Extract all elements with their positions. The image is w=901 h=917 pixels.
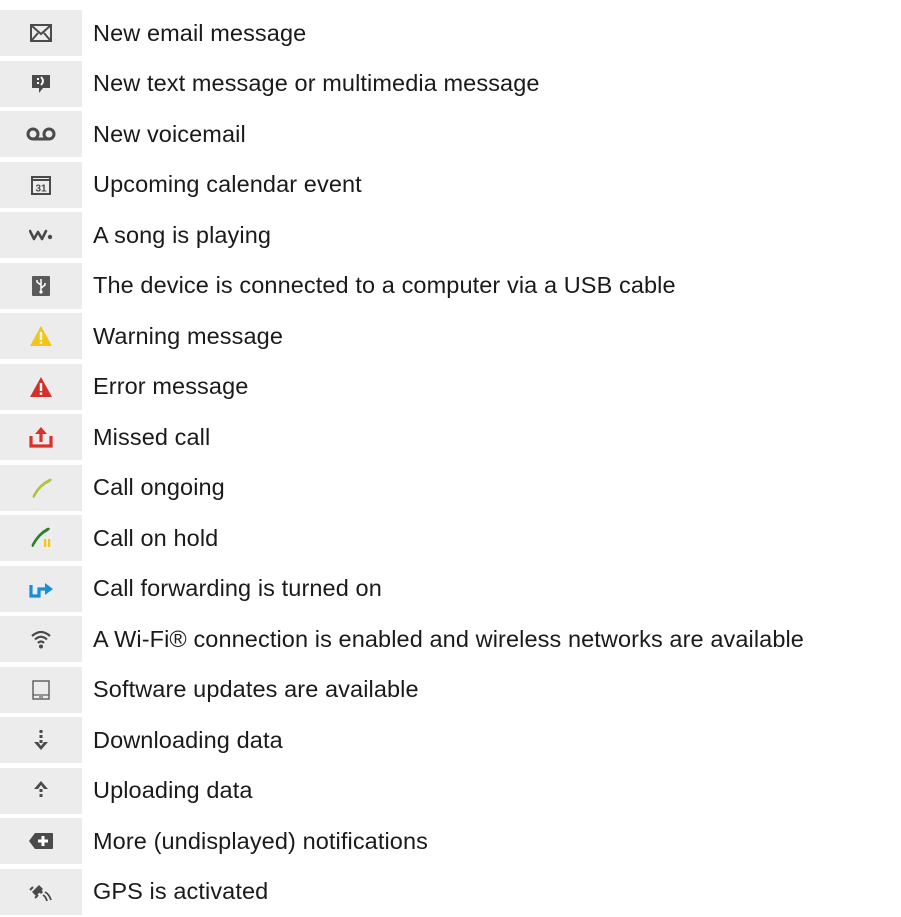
list-item: More (undisplayed) notifications: [0, 816, 901, 867]
icon-cell: [0, 313, 82, 360]
calendar-icon: 31: [31, 175, 51, 195]
svg-text:31: 31: [35, 183, 47, 194]
icon-cell: [0, 818, 82, 865]
list-item: A Wi-Fi® connection is enabled and wirel…: [0, 614, 901, 665]
call-ongoing-icon: [32, 478, 52, 498]
icon-cell: [0, 868, 82, 915]
icon-cell: [0, 363, 82, 410]
more-notifications-icon: [29, 833, 53, 850]
software-update-icon: [32, 680, 50, 700]
notification-icon-list: New email message New text message or mu…: [0, 8, 901, 917]
notification-description: Call on hold: [93, 524, 219, 551]
gps-icon: [29, 884, 52, 901]
list-item: Warning message: [0, 311, 901, 362]
icon-cell: [0, 616, 82, 663]
list-item: Missed call: [0, 412, 901, 463]
download-icon: [34, 730, 48, 751]
list-item: Downloading data: [0, 715, 901, 766]
notification-description: New text message or multimedia message: [93, 70, 540, 97]
icon-cell: [0, 111, 82, 158]
text-message-icon: [32, 74, 50, 93]
list-item: The device is connected to a computer vi…: [0, 261, 901, 312]
wifi-icon: [31, 631, 51, 649]
list-item: Call forwarding is turned on: [0, 564, 901, 615]
list-item: 31 Upcoming calendar event: [0, 160, 901, 211]
icon-cell: [0, 666, 82, 713]
notification-description: Upcoming calendar event: [93, 171, 362, 198]
notification-description: A Wi-Fi® connection is enabled and wirel…: [93, 625, 804, 652]
list-item: New voicemail: [0, 109, 901, 160]
upload-icon: [34, 780, 48, 797]
list-item: Error message: [0, 362, 901, 413]
missed-call-icon: [29, 427, 53, 448]
call-forwarding-icon: [29, 582, 53, 598]
list-item: A song is playing: [0, 210, 901, 261]
icon-cell: [0, 262, 82, 309]
call-hold-icon: [31, 527, 51, 548]
notification-description: A song is playing: [93, 221, 272, 248]
notification-description: New voicemail: [93, 120, 246, 147]
list-item: New email message: [0, 8, 901, 59]
notification-description: Downloading data: [93, 726, 283, 753]
icon-cell: [0, 212, 82, 259]
notification-description: Missed call: [93, 423, 211, 450]
icon-cell: [0, 717, 82, 764]
icon-cell: [0, 10, 82, 57]
icon-cell: [0, 464, 82, 511]
icon-cell: [0, 515, 82, 562]
email-icon: [30, 24, 52, 43]
notification-description: New email message: [93, 19, 307, 46]
icon-cell: [0, 414, 82, 461]
list-item: Software updates are available: [0, 665, 901, 716]
icon-cell: [0, 60, 82, 107]
icon-cell: [0, 767, 82, 814]
notification-description: Uploading data: [93, 777, 253, 804]
warning-icon: [30, 326, 52, 347]
notification-description: More (undisplayed) notifications: [93, 827, 428, 854]
icon-cell: 31: [0, 161, 82, 208]
notification-description: Call forwarding is turned on: [93, 575, 382, 602]
list-item: New text message or multimedia message: [0, 59, 901, 110]
walkman-icon: [29, 229, 53, 241]
voicemail-icon: [26, 127, 56, 141]
notification-description: GPS is activated: [93, 878, 269, 905]
notification-description: Warning message: [93, 322, 284, 349]
icon-cell: [0, 565, 82, 612]
notification-description: The device is connected to a computer vi…: [93, 272, 676, 299]
notification-description: Error message: [93, 373, 249, 400]
list-item: Uploading data: [0, 766, 901, 817]
error-icon: [30, 376, 52, 397]
list-item: GPS is activated: [0, 867, 901, 917]
list-item: Call on hold: [0, 513, 901, 564]
notification-description: Call ongoing: [93, 474, 225, 501]
list-item: Call ongoing: [0, 463, 901, 514]
usb-icon: [32, 275, 50, 296]
notification-description: Software updates are available: [93, 676, 419, 703]
